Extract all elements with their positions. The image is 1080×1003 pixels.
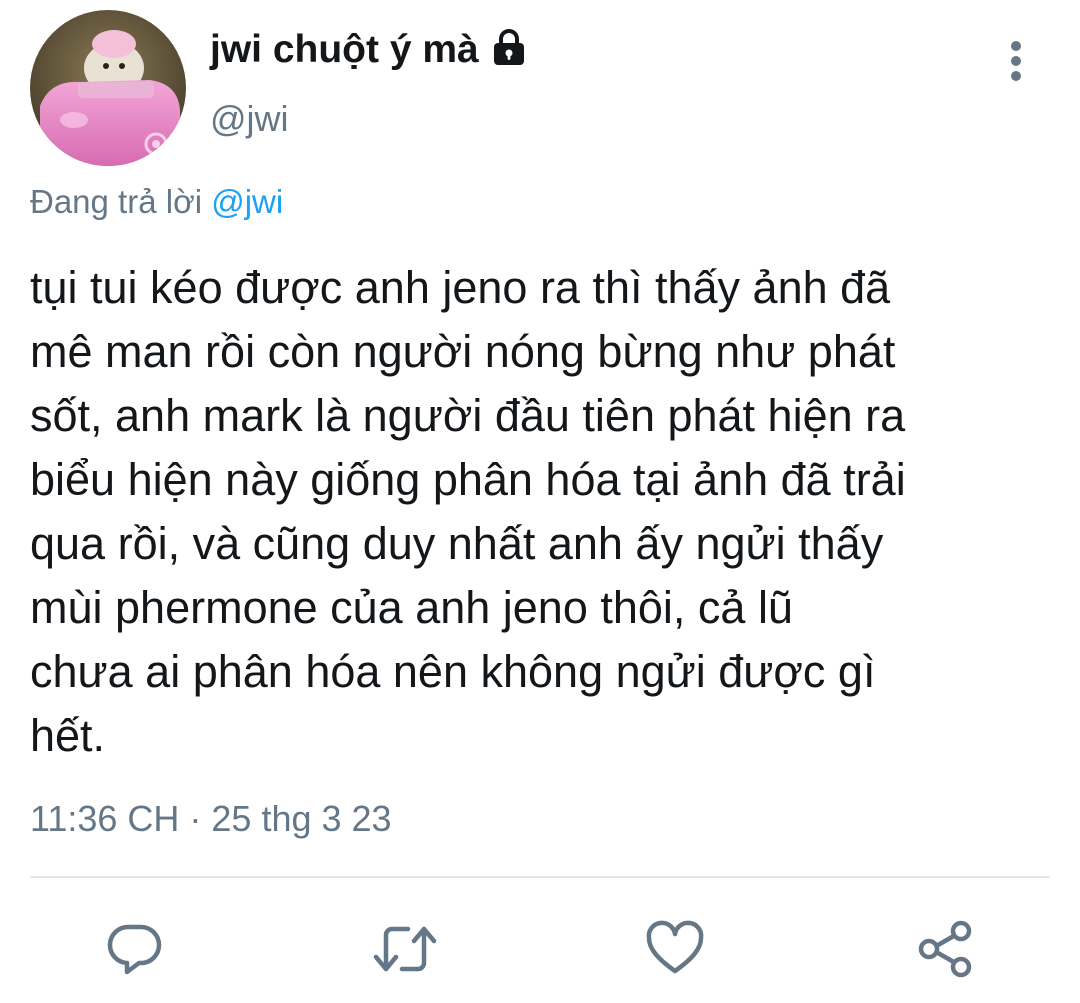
- reply-icon: [107, 924, 162, 975]
- divider: [30, 876, 1050, 878]
- more-vertical-icon: [1011, 41, 1021, 81]
- share-icon: [918, 920, 972, 978]
- lock-icon: [489, 28, 529, 68]
- user-handle[interactable]: @jwi: [210, 98, 289, 140]
- display-name[interactable]: jwi chuột ý mà: [210, 28, 479, 72]
- replying-to-mention[interactable]: @jwi: [211, 183, 283, 220]
- avatar-image: [30, 10, 186, 166]
- tweet-timestamp[interactable]: 11:36 CH · 25 thg 3 23: [30, 798, 392, 840]
- retweet-icon: [373, 926, 437, 972]
- replying-to-label: Đang trả lời: [30, 183, 203, 220]
- user-name-row[interactable]: jwi chuột ý mà: [210, 28, 529, 72]
- tweet-text: tụi tui kéo được anh jeno ra thì thấy ản…: [30, 262, 906, 761]
- replying-to: Đang trả lời @jwi: [30, 183, 283, 221]
- heart-icon: [646, 920, 704, 974]
- share-button[interactable]: [910, 914, 980, 984]
- reply-button[interactable]: [100, 914, 170, 984]
- more-options-button[interactable]: [996, 38, 1036, 84]
- like-button[interactable]: [640, 914, 710, 984]
- retweet-button[interactable]: [370, 914, 440, 984]
- avatar[interactable]: [30, 10, 186, 166]
